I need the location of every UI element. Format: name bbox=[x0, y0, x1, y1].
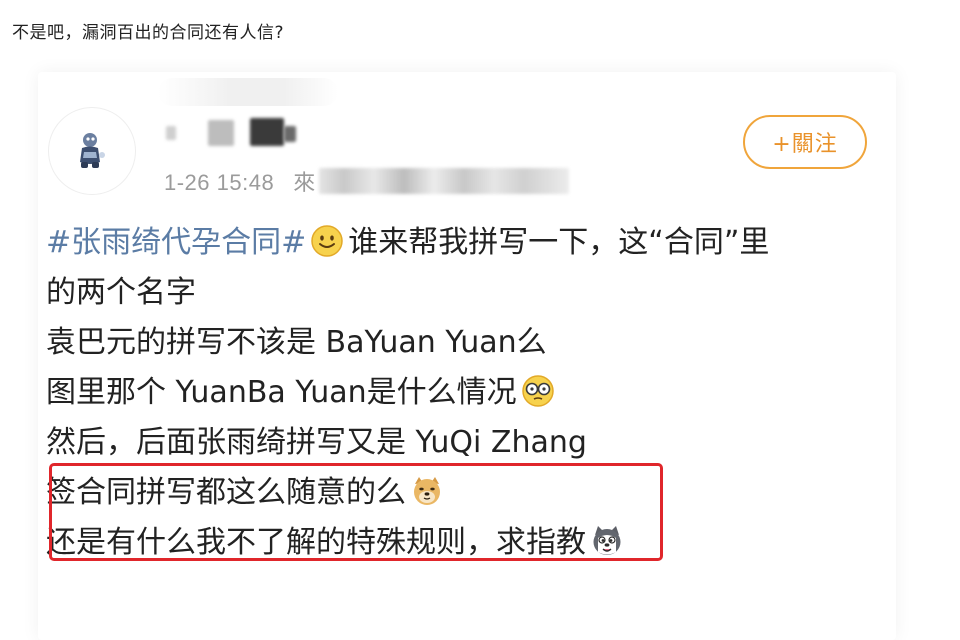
post-text: 谁来帮我拼写一下，这“合同”里 bbox=[348, 225, 770, 260]
post-text: 袁巴元的拼写不该是 BaYuan Yuan么 bbox=[46, 325, 547, 360]
post-line-5: 然后，后面张雨绮拼写又是 YuQi Zhang bbox=[46, 418, 886, 468]
source-redacted bbox=[319, 168, 570, 194]
glasses-emoji-icon bbox=[521, 375, 554, 407]
post-line-2: 的两个名字 bbox=[46, 268, 886, 318]
follow-button[interactable]: +關注 bbox=[743, 115, 867, 169]
post-body: #张雨绮代孕合同# 谁来帮我拼写一下，这“合同”里 的两个名字 袁巴元的拼写不该… bbox=[46, 218, 886, 568]
smile-emoji-icon bbox=[311, 225, 344, 257]
article-title: 不是吧，漏洞百出的合同还有人信? bbox=[12, 23, 285, 43]
hashtag-link[interactable]: #张雨绮代孕合同# bbox=[46, 225, 306, 260]
source-prefix: 來 bbox=[293, 171, 316, 196]
weibo-screenshot: 1-26 15:48 來 +關注 #张雨绮代孕合同# 谁来帮我拼写一下，这“合同… bbox=[38, 72, 896, 640]
page: 不是吧，漏洞百出的合同还有人信? 1-26 15:48 來 +關注 #张雨绮代孕… bbox=[0, 0, 960, 640]
post-line-1: #张雨绮代孕合同# 谁来帮我拼写一下，这“合同”里 bbox=[46, 218, 886, 268]
top-blur-smudge bbox=[158, 78, 338, 106]
user-avatar-icon bbox=[80, 133, 105, 168]
post-text: 图里那个 YuanBa Yuan是什么情况 bbox=[46, 375, 517, 410]
post-line-4: 图里那个 YuanBa Yuan是什么情况 bbox=[46, 368, 886, 418]
post-text: 然后，后面张雨绮拼写又是 YuQi Zhang bbox=[46, 425, 587, 460]
post-timestamp: 1-26 15:48 bbox=[164, 170, 275, 195]
post-line-3: 袁巴元的拼写不该是 BaYuan Yuan么 bbox=[46, 318, 886, 368]
post-meta: 1-26 15:48 來 bbox=[164, 164, 570, 197]
post-text: 的两个名字 bbox=[46, 275, 196, 310]
author-name-redacted[interactable] bbox=[166, 116, 302, 148]
avatar[interactable] bbox=[48, 107, 136, 195]
red-highlight-box bbox=[49, 463, 663, 561]
